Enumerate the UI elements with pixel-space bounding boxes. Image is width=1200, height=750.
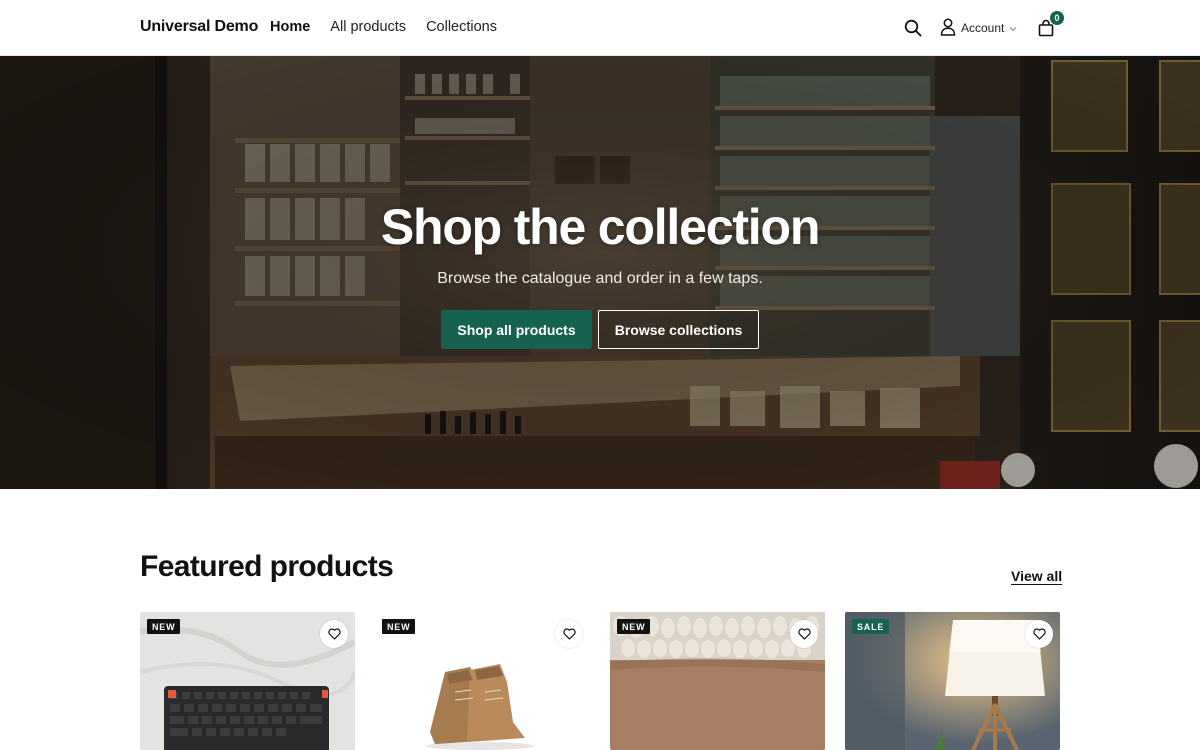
product-card[interactable]: SALE <box>845 612 1060 750</box>
user-icon <box>940 18 956 39</box>
product-card[interactable]: NEW <box>140 612 355 750</box>
product-badge: SALE <box>852 619 890 634</box>
account-menu[interactable]: Account <box>940 17 1017 39</box>
heart-icon[interactable] <box>790 620 818 648</box>
browse-collections-button[interactable]: Browse collections <box>598 310 759 349</box>
featured-products-title: Featured products <box>140 550 394 583</box>
nav-all-products[interactable]: All products <box>330 19 406 35</box>
cart-count-badge: 0 <box>1050 11 1064 25</box>
heart-icon[interactable] <box>320 620 348 648</box>
main-nav: Home All products Collections <box>270 19 497 35</box>
hero-banner: Shop the collection Browse the catalogue… <box>0 56 1200 489</box>
account-label: Account <box>961 21 1005 35</box>
hero-subtitle: Browse the catalogue and order in a few … <box>437 270 763 287</box>
product-badge: NEW <box>617 619 651 634</box>
heart-icon[interactable] <box>1025 620 1053 648</box>
nav-home[interactable]: Home <box>270 19 310 35</box>
search-icon[interactable] <box>902 17 924 39</box>
shop-all-products-button[interactable]: Shop all products <box>441 310 592 349</box>
product-card[interactable]: NEW <box>375 612 590 750</box>
site-header: Universal Demo Home All products Collect… <box>0 0 1200 56</box>
view-all-link[interactable]: View all <box>1011 568 1062 584</box>
brand-logo[interactable]: Universal Demo <box>140 18 258 36</box>
nav-collections[interactable]: Collections <box>426 19 497 35</box>
product-badge: NEW <box>382 619 416 634</box>
hero-title: Shop the collection <box>380 199 821 255</box>
product-card[interactable]: NEW <box>610 612 825 750</box>
heart-icon[interactable] <box>555 620 583 648</box>
chevron-down-icon <box>1009 21 1017 35</box>
product-badge: NEW <box>147 619 181 634</box>
